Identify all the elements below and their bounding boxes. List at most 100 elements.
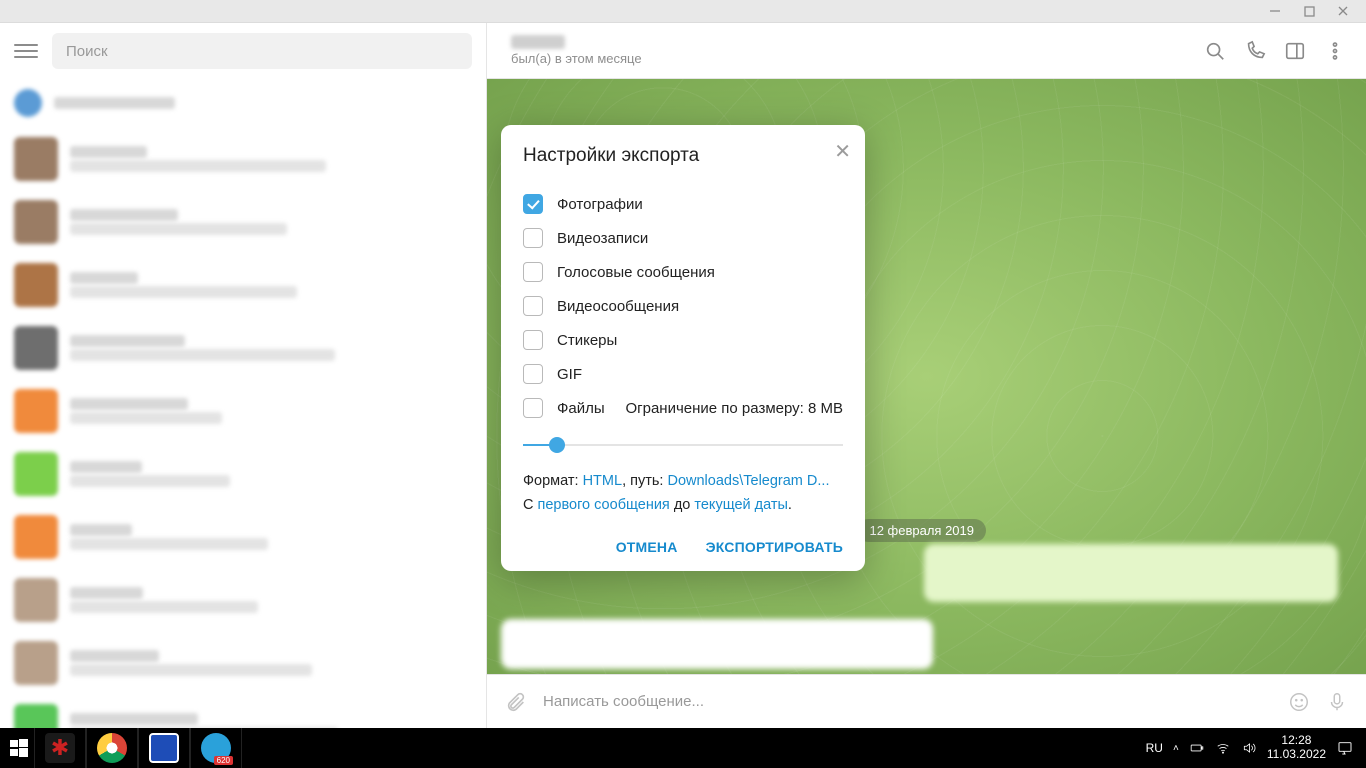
files-checkbox[interactable] bbox=[523, 398, 543, 418]
export-button[interactable]: ЭКСПОРТИРОВАТЬ bbox=[706, 539, 843, 555]
export-option-label: Видеосообщения bbox=[557, 298, 679, 315]
export-option-checkbox[interactable] bbox=[523, 296, 543, 316]
chat-list-item[interactable] bbox=[0, 505, 486, 568]
export-option-checkbox[interactable] bbox=[523, 262, 543, 282]
maximize-icon bbox=[1304, 6, 1315, 17]
export-option-row[interactable]: Фотографии bbox=[523, 187, 843, 221]
size-limit-slider[interactable] bbox=[523, 435, 843, 455]
search-input[interactable] bbox=[66, 43, 458, 60]
voice-button[interactable] bbox=[1326, 691, 1348, 713]
range-from-link[interactable]: первого сообщения bbox=[538, 497, 670, 513]
avatar bbox=[14, 515, 58, 559]
chat-list-item[interactable] bbox=[0, 127, 486, 190]
export-option-checkbox[interactable] bbox=[523, 194, 543, 214]
chat-header: был(а) в этом месяце bbox=[487, 23, 1366, 79]
emoji-button[interactable] bbox=[1288, 691, 1310, 713]
avatar bbox=[14, 89, 42, 117]
minimize-icon bbox=[1269, 5, 1281, 17]
export-option-label: Фотографии bbox=[557, 196, 643, 213]
panel-icon bbox=[1284, 40, 1306, 62]
search-input-wrapper[interactable] bbox=[52, 33, 472, 69]
avatar bbox=[14, 137, 58, 181]
taskbar-app-telegram[interactable]: 620 bbox=[190, 728, 242, 768]
sidebar bbox=[0, 23, 487, 728]
main-panel: был(а) в этом месяце 12 февраля 2019 bbox=[487, 23, 1366, 728]
notifications-icon[interactable] bbox=[1336, 740, 1354, 756]
chat-list bbox=[0, 79, 486, 728]
close-button[interactable] bbox=[1326, 0, 1360, 22]
range-to-link[interactable]: текущей даты bbox=[694, 497, 788, 513]
taskbar-app-1[interactable]: ✱ bbox=[34, 728, 86, 768]
chat-list-item[interactable] bbox=[0, 190, 486, 253]
export-option-checkbox[interactable] bbox=[523, 330, 543, 350]
chat-list-item[interactable] bbox=[0, 379, 486, 442]
files-label: Файлы bbox=[557, 400, 605, 417]
emoji-icon bbox=[1288, 691, 1310, 713]
start-button[interactable] bbox=[4, 728, 34, 768]
search-icon bbox=[1204, 40, 1226, 62]
avatar bbox=[14, 263, 58, 307]
export-option-row[interactable]: Видеосообщения bbox=[523, 289, 843, 323]
path-link[interactable]: Downloads\Telegram D... bbox=[667, 473, 829, 489]
chat-list-item[interactable] bbox=[0, 79, 486, 127]
message-input-row bbox=[487, 674, 1366, 728]
windows-icon bbox=[10, 739, 28, 757]
call-button[interactable] bbox=[1244, 40, 1266, 62]
avatar bbox=[14, 704, 58, 729]
export-option-row[interactable]: Голосовые сообщения bbox=[523, 255, 843, 289]
export-option-row[interactable]: GIF bbox=[523, 357, 843, 391]
taskbar: ✱ 620 RU ˄ 12:28 11.03.2022 bbox=[0, 728, 1366, 768]
taskbar-clock[interactable]: 12:28 11.03.2022 bbox=[1267, 734, 1326, 762]
tray-chevron-up-icon[interactable]: ˄ bbox=[1173, 743, 1179, 754]
system-tray: RU ˄ 12:28 11.03.2022 bbox=[1146, 734, 1362, 762]
battery-icon[interactable] bbox=[1189, 741, 1205, 755]
cancel-button[interactable]: ОТМЕНА bbox=[616, 539, 678, 555]
export-option-checkbox[interactable] bbox=[523, 228, 543, 248]
message-incoming[interactable] bbox=[501, 619, 933, 669]
export-option-label: GIF bbox=[557, 366, 582, 383]
chat-list-item[interactable] bbox=[0, 694, 486, 728]
export-option-checkbox[interactable] bbox=[523, 364, 543, 384]
format-line: Формат: HTML, путь: Downloads\Telegram D… bbox=[523, 469, 843, 493]
format-link[interactable]: HTML bbox=[583, 473, 622, 489]
chat-list-item[interactable] bbox=[0, 316, 486, 379]
search-in-chat-button[interactable] bbox=[1204, 40, 1226, 62]
avatar bbox=[14, 200, 58, 244]
close-icon bbox=[1337, 5, 1349, 17]
chat-status: был(а) в этом месяце bbox=[511, 51, 1204, 66]
size-limit-label: Ограничение по размеру: 8 MB bbox=[625, 400, 843, 417]
sidebar-toggle-button[interactable] bbox=[1284, 40, 1306, 62]
chat-title[interactable] bbox=[511, 35, 565, 49]
export-option-label: Голосовые сообщения bbox=[557, 264, 715, 281]
window-titlebar bbox=[0, 0, 1366, 23]
avatar bbox=[14, 326, 58, 370]
chat-list-item[interactable] bbox=[0, 442, 486, 505]
date-badge: 12 февраля 2019 bbox=[857, 519, 986, 542]
chat-body: 12 февраля 2019 ✕ Настройки экспорта Фот… bbox=[487, 79, 1366, 674]
range-line: С первого сообщения до текущей даты. bbox=[523, 493, 843, 517]
avatar bbox=[14, 641, 58, 685]
avatar bbox=[14, 578, 58, 622]
input-language[interactable]: RU bbox=[1146, 741, 1163, 755]
more-button[interactable] bbox=[1324, 40, 1346, 62]
export-option-label: Стикеры bbox=[557, 332, 617, 349]
maximize-button[interactable] bbox=[1292, 0, 1326, 22]
wifi-icon[interactable] bbox=[1215, 741, 1231, 755]
chat-list-item[interactable] bbox=[0, 631, 486, 694]
taskbar-app-save[interactable] bbox=[138, 728, 190, 768]
export-option-label: Видеозаписи bbox=[557, 230, 648, 247]
chat-list-item[interactable] bbox=[0, 253, 486, 316]
chat-list-item[interactable] bbox=[0, 568, 486, 631]
attach-button[interactable] bbox=[505, 691, 527, 713]
export-option-row[interactable]: Стикеры bbox=[523, 323, 843, 357]
export-option-row[interactable]: Видеозаписи bbox=[523, 221, 843, 255]
paperclip-icon bbox=[505, 691, 527, 713]
volume-icon[interactable] bbox=[1241, 741, 1257, 755]
message-outgoing[interactable] bbox=[924, 544, 1338, 602]
dialog-close-button[interactable]: ✕ bbox=[834, 139, 851, 164]
menu-button[interactable] bbox=[14, 39, 38, 63]
message-input[interactable] bbox=[543, 693, 1272, 710]
taskbar-app-chrome[interactable] bbox=[86, 728, 138, 768]
phone-icon bbox=[1244, 40, 1266, 62]
minimize-button[interactable] bbox=[1258, 0, 1292, 22]
